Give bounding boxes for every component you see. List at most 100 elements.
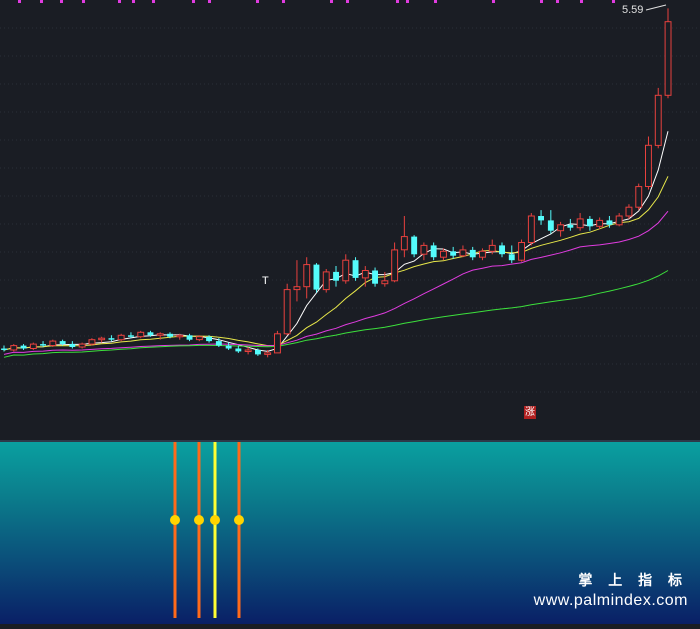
candle-body (156, 333, 164, 336)
candle-body (587, 218, 593, 227)
t-marker: T (262, 275, 269, 287)
top-tick (60, 0, 63, 3)
top-tick (396, 0, 399, 3)
candle (479, 248, 486, 261)
ma-yellow-line (3, 176, 669, 351)
candle (567, 218, 574, 231)
candle (654, 87, 662, 149)
candle-body (255, 350, 261, 355)
candle (547, 210, 554, 234)
candle-body (450, 251, 457, 256)
candle (352, 257, 359, 281)
candle (538, 210, 544, 225)
signal-dot (210, 515, 220, 525)
candle-body (274, 333, 281, 354)
watermark: 掌 上 指 标 www.palmindex.com (534, 570, 688, 610)
price-high-label: 5.59 (622, 4, 643, 16)
candle-body (645, 144, 652, 188)
top-ticks (18, 0, 615, 3)
candle-body (128, 335, 134, 337)
candle-body (176, 334, 184, 338)
watermark-url: www.palmindex.com (533, 592, 688, 609)
signal-dot (194, 515, 204, 525)
ma-lines (3, 131, 669, 358)
candle-body (430, 245, 437, 258)
candle-body (215, 341, 222, 346)
candle-body (635, 186, 643, 208)
candle (518, 239, 525, 262)
candle-body (293, 286, 301, 291)
candle (391, 242, 399, 283)
candle-body (411, 236, 418, 255)
candle-body (479, 250, 486, 258)
candle (313, 263, 320, 293)
candle-body (372, 270, 378, 284)
candle (596, 217, 604, 230)
signal-line (197, 442, 201, 618)
candle-body (488, 244, 496, 252)
candle-body (361, 270, 369, 279)
candle-body (333, 271, 339, 281)
candle (372, 267, 378, 287)
candle-body (352, 260, 359, 278)
candle (527, 213, 535, 246)
signal-line (213, 442, 217, 618)
candle (69, 341, 76, 349)
candle-body (59, 341, 66, 344)
candle-body (69, 344, 76, 347)
candle (342, 254, 350, 284)
candle (283, 283, 291, 336)
candle (322, 269, 330, 293)
top-tick (40, 0, 43, 3)
candle (10, 344, 18, 352)
candle-body (283, 289, 291, 335)
candle-body (313, 264, 320, 290)
candle-body (40, 344, 46, 346)
top-tick (282, 0, 285, 3)
candle (88, 338, 96, 346)
candle-body (1, 348, 8, 350)
candle-body (527, 215, 535, 243)
candle-body (625, 206, 633, 217)
candle (29, 342, 37, 350)
top-tick (256, 0, 259, 3)
top-tick (434, 0, 437, 3)
candle-body (206, 336, 212, 342)
top-tick (346, 0, 349, 3)
rise-badge: 涨 (524, 406, 536, 419)
top-tick (556, 0, 559, 3)
price-high-marker: 5.59 (622, 4, 667, 16)
candle-body (195, 336, 203, 341)
candle (274, 330, 281, 354)
indicator-panel: 掌 上 指 标 www.palmindex.com (0, 442, 700, 624)
candle-body (342, 259, 350, 282)
grid-lines (0, 27, 700, 393)
candle-body (499, 245, 505, 255)
candle-body (391, 249, 399, 282)
top-tick (82, 0, 85, 3)
candle-body (547, 220, 554, 231)
price-high-arrow (645, 4, 667, 11)
candles (1, 8, 672, 358)
candle (400, 216, 408, 258)
candle-body (137, 331, 145, 338)
candle (499, 242, 505, 258)
candle-body (322, 271, 330, 291)
candle-body (440, 250, 447, 258)
candle (186, 333, 193, 342)
candle-body (596, 219, 604, 227)
candle-body (244, 349, 252, 352)
top-tick (406, 0, 409, 3)
candle-body (29, 343, 37, 350)
top-tick (132, 0, 135, 3)
candle (420, 242, 428, 261)
price-chart: 5.59 T (0, 0, 700, 440)
candle (293, 260, 301, 302)
candle-body (538, 216, 544, 221)
candle-body (235, 348, 242, 352)
candle (411, 235, 418, 258)
signal-line (237, 442, 241, 618)
candle-body (518, 242, 525, 261)
candle (137, 330, 145, 339)
candle-body (264, 352, 272, 355)
